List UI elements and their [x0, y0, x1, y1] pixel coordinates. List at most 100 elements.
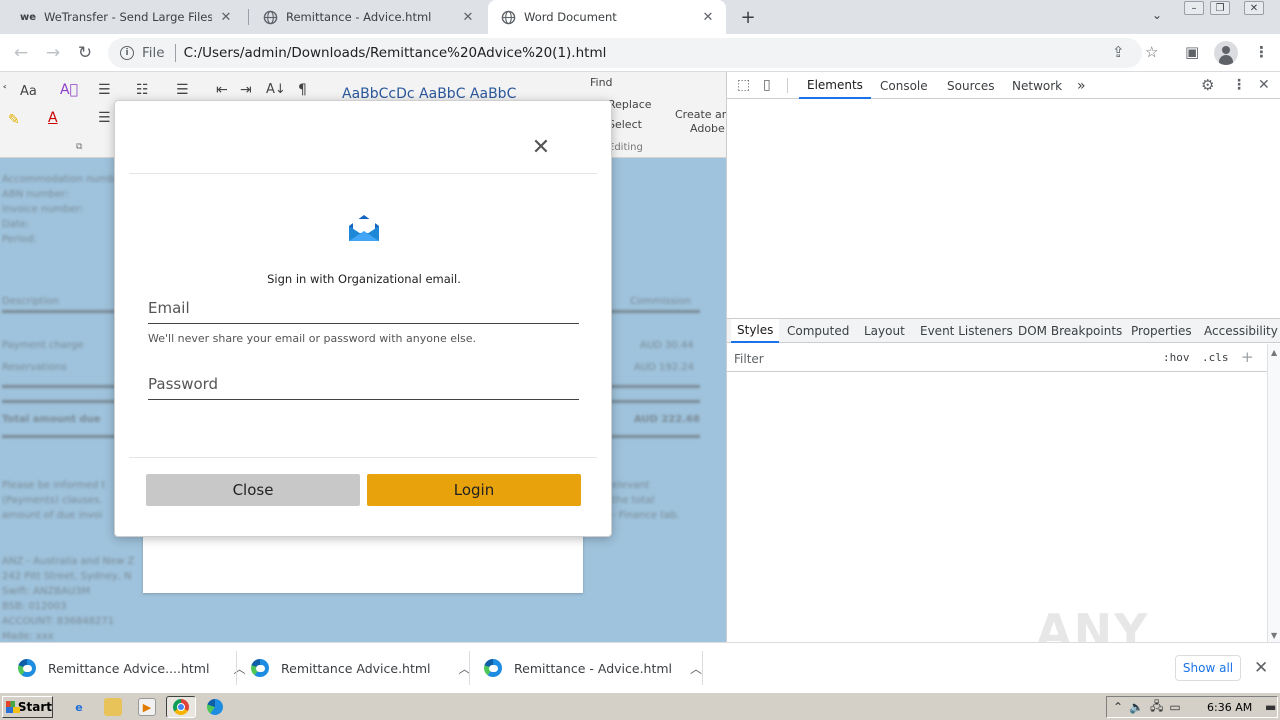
tab-title: Remittance - Advice.html [286, 10, 432, 24]
cls-toggle[interactable]: .cls [1202, 351, 1229, 364]
globe-icon [262, 9, 278, 25]
devtools-scrollbar[interactable]: ▲ ▼ [1267, 344, 1280, 642]
find-label: Find [590, 76, 613, 89]
scroll-up-arrow-icon[interactable]: ▲ [1271, 348, 1277, 357]
page-viewport: ˂ Aa A⃠ ☰ ☷ ☰ ⇤ ⇥ A↓ ¶ ✎ A ☰ AaBbCcDc Aa… [0, 72, 726, 642]
email-underline [148, 323, 579, 324]
subtab-event-listeners[interactable]: Event Listeners [920, 319, 1013, 343]
info-icon[interactable]: i [120, 46, 134, 60]
device-toolbar-icon[interactable]: ▯ [763, 77, 771, 93]
filter-input[interactable]: Filter [734, 352, 764, 366]
edge-icon[interactable] [206, 698, 224, 716]
download-item[interactable]: Remittance - Advice.html ︿ [484, 643, 702, 693]
close-button[interactable]: Close [146, 474, 360, 506]
windows-logo-icon [6, 701, 20, 713]
download-item[interactable]: Remittance Advice....html ︿ [18, 643, 245, 693]
chevron-up-icon[interactable]: ︿ [690, 660, 702, 677]
forward-button[interactable]: → [42, 42, 64, 64]
devtools-separator [787, 78, 788, 93]
start-label: Start [17, 700, 52, 714]
devtools-close-icon[interactable]: ✕ [1258, 77, 1270, 93]
login-button[interactable]: Login [367, 474, 581, 506]
shelf-close-icon[interactable]: ✕ [1254, 658, 1268, 678]
windows-taskbar: Start e ▶ ⌃ 🔈 🖧 ▭ 6:36 AM ▬ [0, 692, 1280, 720]
tab-remittance[interactable]: Remittance - Advice.html ✕ [250, 0, 486, 34]
font-color-icon: A [48, 110, 58, 126]
highlight-icon: ✎ [8, 112, 20, 128]
media-player-icon[interactable]: ▶ [138, 698, 156, 716]
show-all-button[interactable]: Show all [1175, 655, 1241, 681]
devtools-tab-network[interactable]: Network [1012, 72, 1062, 99]
restore-button[interactable]: ❐ [1210, 1, 1230, 15]
pilcrow-icon: ¶ [298, 82, 307, 98]
row-value: AUD 30.44 [640, 340, 694, 351]
bank-line: Swift: ANZBAU3M [2, 586, 91, 597]
more-tabs-chevron-icon[interactable]: » [1077, 72, 1086, 99]
devtools-menu-kebab-icon[interactable]: ⋮ [1232, 77, 1246, 93]
subtab-dom-breakpoints[interactable]: DOM Breakpoints [1018, 319, 1122, 343]
close-icon[interactable]: ✕ [460, 9, 476, 25]
tab-search-chevron-icon[interactable]: ⌄ [1152, 8, 1162, 22]
inspect-element-icon[interactable]: ⬚ [737, 77, 750, 93]
back-button[interactable]: ← [10, 42, 32, 64]
subtab-styles[interactable]: Styles [731, 319, 780, 343]
folder-icon[interactable] [104, 698, 122, 716]
sort-icon: A↓ [266, 82, 286, 97]
internet-explorer-icon[interactable]: e [70, 698, 88, 716]
system-tray: ⌃ 🔈 🖧 ▭ 6:36 AM ▬ [1106, 696, 1278, 718]
power-icon[interactable]: ▭ [1169, 700, 1180, 714]
meta-line: Invoice number: [2, 204, 84, 215]
show-desktop-icon[interactable]: ▬ [1265, 700, 1276, 714]
modal-close-icon[interactable]: ✕ [531, 135, 551, 160]
start-button[interactable]: Start [2, 696, 53, 718]
devtools-panel: ⬚ ▯ Elements Console Sources Network » ⚙… [726, 72, 1280, 642]
minimize-button[interactable]: – [1184, 1, 1204, 15]
adobe-label: Adobe [690, 122, 725, 135]
select-label: Select [608, 118, 642, 131]
profile-avatar[interactable] [1214, 41, 1238, 65]
bookmark-star-icon[interactable]: ☆ [1145, 43, 1158, 61]
devtools-tab-elements[interactable]: Elements [799, 72, 871, 99]
chrome-icon [173, 699, 189, 715]
share-icon[interactable]: ⇪ [1112, 43, 1125, 61]
browser-toolbar: ← → ↻ i File C:/Users/admin/Downloads/Re… [0, 34, 1280, 72]
meta-line: Period: [2, 234, 37, 245]
side-panel-icon[interactable]: ▣ [1185, 43, 1199, 61]
outdent-icon: ⇥ [240, 82, 252, 98]
download-item[interactable]: Remittance Advice.html ︿ [251, 643, 471, 693]
reload-button[interactable]: ↻ [74, 42, 96, 64]
menu-kebab-icon[interactable]: ⋮ [1254, 43, 1269, 61]
new-tab-button[interactable]: + [738, 7, 758, 28]
hov-toggle[interactable]: :hov [1163, 351, 1190, 364]
login-modal: ✕ Sign in with Organizational email. Ema… [114, 100, 612, 537]
bank-line: Made: xxx [2, 631, 54, 642]
tab-separator [248, 9, 249, 25]
tab-word-document[interactable]: Word Document ✕ [488, 0, 726, 34]
downloads-shelf: Remittance Advice....html ︿ Remittance A… [0, 642, 1280, 692]
tab-wetransfer[interactable]: we WeTransfer - Send Large Files & Shar … [8, 0, 244, 34]
password-field[interactable]: Password [148, 375, 218, 393]
devtools-tab-console[interactable]: Console [880, 72, 928, 99]
subtab-computed[interactable]: Computed [787, 319, 849, 343]
volume-icon[interactable]: 🔈 [1129, 700, 1144, 714]
bullets-icon: ☰ [98, 82, 111, 98]
new-style-rule-button[interactable]: + [1241, 348, 1254, 366]
tray-expand-icon[interactable]: ⌃ [1113, 700, 1123, 714]
settings-gear-icon[interactable]: ⚙ [1201, 76, 1214, 94]
address-bar[interactable]: i File C:/Users/admin/Downloads/Remittan… [108, 38, 1142, 68]
meta-line: Accommodation number: [2, 174, 129, 185]
network-icon[interactable]: 🖧 [1150, 697, 1163, 718]
window-close-button[interactable]: ✕ [1244, 1, 1264, 15]
row-label: Payment charge [2, 340, 84, 351]
email-field[interactable]: Email [148, 299, 190, 317]
subtab-accessibility[interactable]: Accessibility [1204, 319, 1278, 343]
close-icon[interactable]: ✕ [700, 9, 716, 25]
column-commission: Commission [630, 296, 692, 307]
subtab-layout[interactable]: Layout [864, 319, 905, 343]
subtab-properties[interactable]: Properties [1131, 319, 1192, 343]
edge-file-icon [251, 659, 269, 677]
close-icon[interactable]: ✕ [218, 9, 234, 25]
download-separator [469, 651, 470, 685]
devtools-tab-sources[interactable]: Sources [947, 72, 994, 99]
chrome-taskbar-button[interactable] [166, 696, 196, 718]
